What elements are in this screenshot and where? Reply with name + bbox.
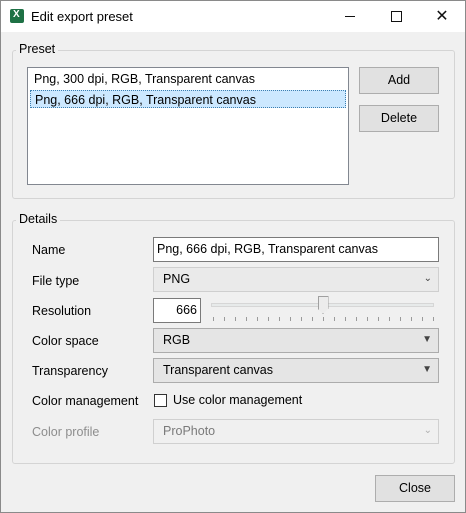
window-title: Edit export preset <box>31 9 133 24</box>
slider-tick <box>400 317 401 321</box>
chevron-down-icon: ▼ <box>422 364 432 375</box>
chevron-down-icon: ⌄ <box>423 273 432 284</box>
maximize-icon <box>390 11 402 22</box>
color-management-label: Color management <box>32 394 139 408</box>
slider-tick <box>433 317 434 321</box>
delete-preset-button[interactable]: Delete <box>359 105 439 132</box>
color-profile-value: ProPhoto <box>163 424 216 438</box>
slider-tick <box>334 317 335 321</box>
slider-tick <box>290 317 291 321</box>
preset-list[interactable]: Png, 300 dpi, RGB, Transparent canvas Pn… <box>27 67 349 185</box>
preset-list-item[interactable]: Png, 300 dpi, RGB, Transparent canvas <box>30 70 346 88</box>
add-preset-button[interactable]: Add <box>359 67 439 94</box>
slider-tick <box>422 317 423 321</box>
slider-tick <box>268 317 269 321</box>
file-type-label: File type <box>32 274 80 288</box>
file-type-value: PNG <box>163 272 191 286</box>
close-button[interactable]: Close <box>375 475 455 502</box>
excel-app-icon <box>10 9 24 23</box>
minimize-icon <box>345 16 355 17</box>
transparency-label: Transparency <box>32 364 108 378</box>
color-space-select[interactable]: RGB ▼ <box>153 328 439 353</box>
slider-tick <box>356 317 357 321</box>
details-group-legend: Details <box>16 212 61 226</box>
close-window-button[interactable]: ✕ <box>419 1 465 32</box>
slider-tick <box>389 317 390 321</box>
minimize-button[interactable] <box>327 1 373 32</box>
color-space-value: RGB <box>163 333 191 347</box>
close-icon: ✕ <box>435 7 449 25</box>
slider-tick <box>312 317 313 321</box>
title-bar: Edit export preset ✕ <box>1 1 465 32</box>
transparency-value: Transparent canvas <box>163 363 274 377</box>
use-color-management-checkbox[interactable] <box>154 394 167 407</box>
resolution-label: Resolution <box>32 304 92 318</box>
use-color-management-label[interactable]: Use color management <box>173 393 302 407</box>
resolution-slider-ticks <box>213 317 435 322</box>
slider-tick <box>224 317 225 321</box>
name-input[interactable]: Png, 666 dpi, RGB, Transparent canvas <box>153 237 439 262</box>
slider-tick <box>235 317 236 321</box>
slider-tick <box>213 317 214 321</box>
slider-tick <box>279 317 280 321</box>
slider-tick <box>345 317 346 321</box>
preset-group-legend: Preset <box>16 42 59 56</box>
slider-tick <box>378 317 379 321</box>
file-type-select[interactable]: PNG ⌄ <box>153 267 439 292</box>
maximize-button[interactable] <box>373 1 419 32</box>
preset-list-item-selected[interactable]: Png, 666 dpi, RGB, Transparent canvas <box>30 90 346 108</box>
color-profile-label: Color profile <box>32 425 100 439</box>
chevron-down-icon: ▼ <box>422 334 432 345</box>
slider-tick <box>301 317 302 321</box>
slider-tick <box>246 317 247 321</box>
slider-tick <box>257 317 258 321</box>
color-profile-select: ProPhoto ⌄ <box>153 419 439 444</box>
slider-tick <box>367 317 368 321</box>
transparency-select[interactable]: Transparent canvas ▼ <box>153 358 439 383</box>
name-label: Name <box>32 243 66 257</box>
chevron-down-icon: ⌄ <box>423 425 432 436</box>
resolution-input[interactable]: 666 <box>153 298 201 323</box>
color-space-label: Color space <box>32 334 99 348</box>
slider-tick <box>323 317 324 321</box>
slider-tick <box>411 317 412 321</box>
